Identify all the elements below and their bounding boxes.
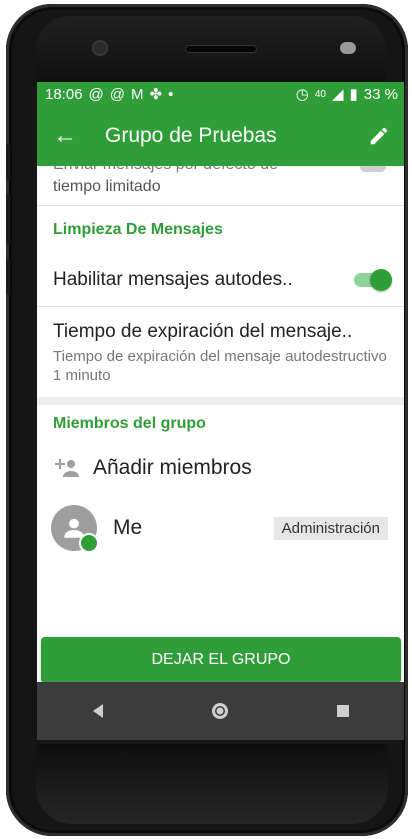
side-button: [6, 194, 10, 244]
default-timed-messages-setting[interactable]: Enviar mensajes por defecto de tiempo li…: [37, 166, 404, 205]
online-badge-icon: [79, 533, 99, 553]
section-header-members: Miembros del grupo: [53, 415, 206, 432]
setting-description: Tiempo de expiración del mensaje autodes…: [53, 348, 387, 384]
setting-title: Enviar mensajes por defecto de: [53, 166, 278, 174]
expiry-time-setting[interactable]: Tiempo de expiración del mensaje.. Tiemp…: [37, 307, 404, 397]
notification-icon: ✤: [149, 86, 163, 103]
signal-icon: ◢: [331, 86, 344, 103]
back-nav-icon[interactable]: [78, 691, 118, 731]
add-person-icon: [55, 459, 79, 477]
leave-group-button[interactable]: DEJAR EL GRUPO: [41, 637, 401, 683]
page-title: Grupo de Pruebas: [105, 124, 277, 147]
add-members-label: Añadir miembros: [93, 456, 252, 479]
status-time: 18:06: [45, 85, 83, 103]
arrow-left-icon[interactable]: ←: [53, 122, 93, 150]
side-button: [6, 144, 10, 180]
alarm-icon: ◷: [295, 86, 309, 103]
member-name: Me: [113, 516, 143, 539]
screen: 18:06 @ @ M ✤ • ◷ 40 ◢ ▮ 33 % ← Grupo de…: [37, 82, 404, 740]
settings-content: Enviar mensajes por defecto de tiempo li…: [37, 166, 404, 563]
front-camera: [94, 42, 106, 54]
avatar: [51, 505, 99, 553]
notification-icon: @: [88, 85, 104, 103]
home-nav-icon[interactable]: [200, 691, 240, 731]
section-separator: [37, 397, 404, 405]
member-row[interactable]: Me Administración: [37, 493, 404, 563]
recents-nav-icon[interactable]: [323, 691, 363, 731]
network-type: 40: [314, 88, 326, 100]
side-button: [6, 259, 10, 295]
app-bar: ← Grupo de Pruebas: [37, 106, 404, 166]
setting-title-continued: tiempo limitado: [53, 178, 161, 195]
setting-label: Habilitar mensajes autodes..: [53, 269, 293, 290]
toggle-switch[interactable]: [360, 166, 386, 172]
navigation-bar: [37, 682, 404, 740]
section-header-cleanup: Limpieza De Mensajes: [53, 221, 223, 238]
setting-title: Tiempo de expiración del mensaje..: [53, 321, 353, 342]
role-badge: Administración: [273, 516, 388, 540]
self-destruct-setting[interactable]: Habilitar mensajes autodes..: [37, 254, 404, 306]
notification-icon: M: [131, 85, 144, 103]
battery-percent: 33 %: [363, 85, 398, 103]
bottom-bezel: [36, 744, 388, 824]
battery-icon: ▮: [349, 86, 358, 103]
notification-icon: •: [168, 85, 174, 103]
pencil-icon[interactable]: [368, 125, 390, 147]
status-bar: 18:06 @ @ M ✤ • ◷ 40 ◢ ▮ 33 %: [37, 82, 404, 106]
add-members-button[interactable]: Añadir miembros: [37, 443, 404, 493]
proximity-sensor: [340, 42, 356, 54]
self-destruct-toggle[interactable]: [354, 269, 392, 291]
notification-icon: @: [109, 85, 126, 103]
earpiece-speaker: [186, 46, 256, 52]
